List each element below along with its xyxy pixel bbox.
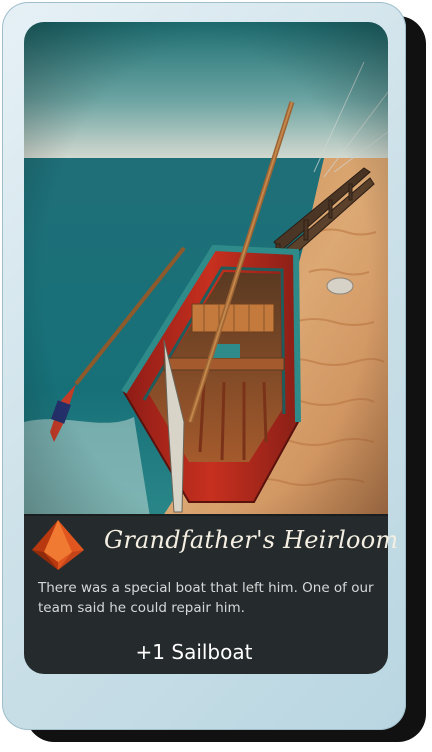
- flavor-text: There was a special boat that left him. …: [38, 580, 374, 616]
- boat-beach-illustration: [24, 22, 388, 542]
- orange-pyramid-gem-icon: [32, 520, 84, 570]
- reward-label: +1 Sailboat: [135, 640, 253, 664]
- card-artwork: [24, 22, 388, 542]
- card-text-panel: Grandfather's Heirloom There was a speci…: [24, 514, 399, 674]
- card-title: Grandfather's Heirloom: [104, 526, 399, 554]
- card-scene: Grandfather's Heirloom There was a speci…: [0, 0, 432, 752]
